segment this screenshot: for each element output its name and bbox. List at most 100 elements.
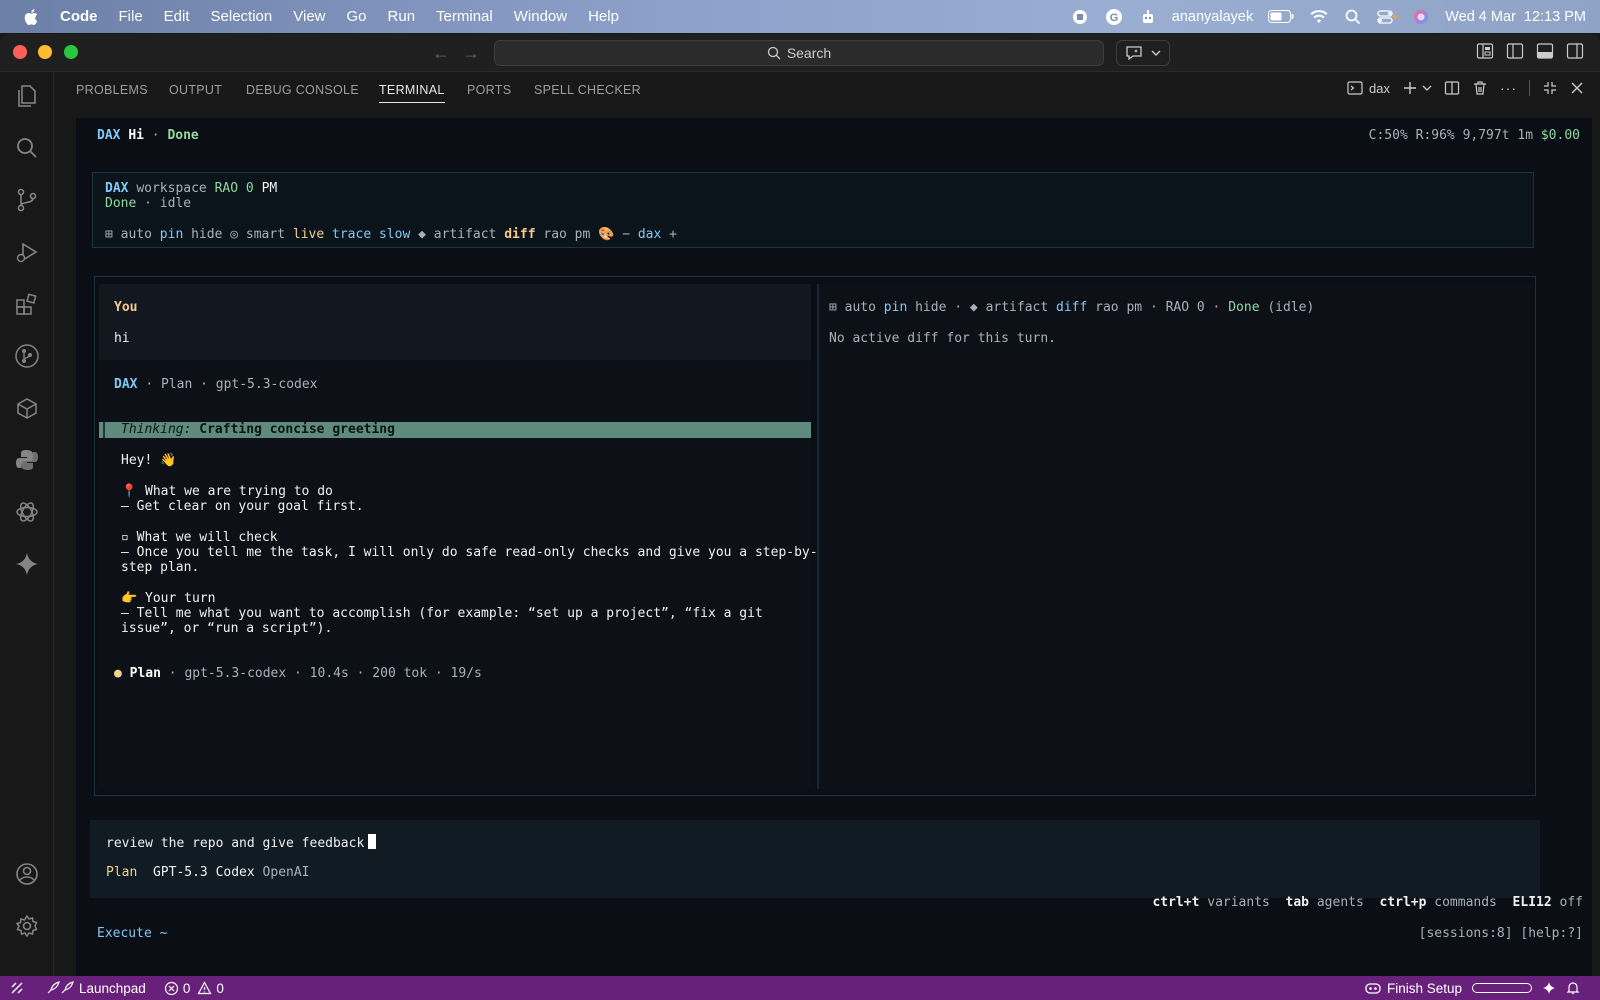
control-center-icon[interactable] <box>1377 7 1398 27</box>
account-icon[interactable] <box>13 860 41 888</box>
record-icon[interactable] <box>1070 7 1090 27</box>
launchpad-item[interactable]: Launchpad <box>46 981 146 996</box>
plus-icon[interactable] <box>1402 80 1418 96</box>
chevron-down-icon[interactable] <box>1422 84 1432 92</box>
opt-dax[interactable]: dax <box>638 227 661 242</box>
menu-window[interactable]: Window <box>514 8 567 25</box>
openai-icon[interactable] <box>13 498 41 526</box>
close-panel-icon[interactable] <box>1570 81 1584 95</box>
macos-menubar: Code File Edit Selection View Go Run Ter… <box>0 0 1600 33</box>
chat-button[interactable] <box>1116 40 1170 66</box>
containers-icon[interactable] <box>13 394 41 422</box>
source-control-icon[interactable] <box>13 186 41 214</box>
artifact-opt-artifact[interactable]: artifact <box>986 300 1049 315</box>
opt-hide[interactable]: hide <box>191 227 222 242</box>
artifact-opt-diff[interactable]: diff <box>1056 300 1087 315</box>
thinking-label: Thinking: <box>121 422 192 437</box>
menu-terminal[interactable]: Terminal <box>436 8 493 25</box>
more-actions-icon[interactable]: ··· <box>1500 80 1517 96</box>
split-terminal-icon[interactable] <box>1444 80 1460 96</box>
header-options: ⊞ auto pin hide ◎ smart live trace slow … <box>105 227 677 243</box>
trash-icon[interactable] <box>1472 80 1488 96</box>
toggle-secondary-sidebar-icon[interactable] <box>1566 42 1584 60</box>
toggle-panel-icon[interactable] <box>1536 42 1554 60</box>
prompt-input-value[interactable]: review the repo and give feedback <box>106 834 377 852</box>
opt-artifact[interactable]: artifact <box>434 227 497 242</box>
tab-debug-console[interactable]: DEBUG CONSOLE <box>246 83 359 97</box>
mode-label[interactable]: Plan <box>106 865 137 880</box>
opt-auto[interactable]: auto <box>121 227 152 242</box>
conversation-panes: You hi DAX · Plan · gpt-5.3-codex Thinki… <box>94 276 1536 796</box>
maximize-window-button[interactable] <box>64 45 78 59</box>
restore-panel-size-icon[interactable] <box>1542 80 1558 96</box>
gemini-sparkle-icon[interactable] <box>13 550 41 578</box>
menu-app-name[interactable]: Code <box>60 8 98 25</box>
search-icon[interactable] <box>13 134 41 162</box>
finish-setup-item[interactable]: Finish Setup <box>1364 981 1462 996</box>
menu-run[interactable]: Run <box>388 8 416 25</box>
opt-smart[interactable]: smart <box>246 227 285 242</box>
prompt-input[interactable]: review the repo and give feedback Plan G… <box>90 820 1540 898</box>
battery-icon[interactable] <box>1267 7 1295 27</box>
notifications-bell-icon[interactable] <box>1566 981 1580 995</box>
minimize-window-button[interactable] <box>38 45 52 59</box>
spotlight-search-icon[interactable] <box>1343 7 1363 27</box>
artifact-opt-pin[interactable]: pin <box>884 300 907 315</box>
no-diff-message: No active diff for this turn. <box>829 331 1056 346</box>
customize-layout-icon[interactable] <box>1476 42 1494 60</box>
close-window-button[interactable] <box>13 45 27 59</box>
problems-count[interactable]: 0 0 <box>164 981 224 996</box>
model-selector[interactable]: Plan GPT-5.3 Codex OpenAI <box>106 865 310 881</box>
error-icon <box>164 981 178 995</box>
robot-icon[interactable] <box>1138 7 1158 27</box>
opt-live[interactable]: live <box>293 227 324 242</box>
extensions-icon[interactable] <box>13 290 41 318</box>
command-center-search[interactable]: Search <box>494 40 1104 66</box>
menubar-username[interactable]: ananyalayek <box>1172 9 1253 25</box>
menu-edit[interactable]: Edit <box>164 8 190 25</box>
run-and-debug-icon[interactable] <box>13 238 41 266</box>
menu-selection[interactable]: Selection <box>211 8 273 25</box>
target-icon: ◎ <box>230 227 239 242</box>
reply-line: ▫ What we will check <box>121 530 278 545</box>
opt-diff[interactable]: diff <box>504 227 535 242</box>
sparkle-icon[interactable] <box>1542 981 1556 995</box>
session-header: DAX workspace RAO 0 PM Done · idle ⊞ aut… <box>92 172 1534 248</box>
tab-ports[interactable]: PORTS <box>467 83 511 97</box>
tab-output[interactable]: OUTPUT <box>169 83 222 97</box>
menu-go[interactable]: Go <box>347 8 367 25</box>
terminal-view[interactable]: DAX Hi · Done C:50% R:96% 9,797t 1m $0.0… <box>76 118 1592 976</box>
arrow-left-icon[interactable]: ← <box>432 43 450 64</box>
tab-spell-checker[interactable]: SPELL CHECKER <box>534 83 641 97</box>
git-graph-icon[interactable] <box>13 342 41 370</box>
opt-plus[interactable]: + <box>669 227 677 242</box>
remote-indicator[interactable] <box>0 976 34 1000</box>
wifi-icon[interactable] <box>1309 7 1329 27</box>
python-icon[interactable] <box>13 446 41 474</box>
menu-view[interactable]: View <box>293 8 325 25</box>
settings-gear-icon[interactable] <box>13 912 41 940</box>
apple-logo-icon[interactable] <box>22 7 42 27</box>
menu-help[interactable]: Help <box>588 8 619 25</box>
error-count: 0 <box>182 980 191 996</box>
model-label[interactable]: GPT-5.3 Codex <box>153 865 255 880</box>
menubar-datetime[interactable]: Wed 4 Mar 12:13 PM <box>1445 9 1586 25</box>
tab-problems[interactable]: PROBLEMS <box>76 83 148 97</box>
arrow-right-icon[interactable]: → <box>462 43 480 64</box>
opt-trace[interactable]: trace <box>332 227 371 242</box>
artifact-opt-hide[interactable]: hide · <box>915 300 962 315</box>
artifact-opt-auto[interactable]: auto <box>845 300 876 315</box>
opt-rao-pm[interactable]: rao pm <box>543 227 590 242</box>
thinking-text: Crafting concise greeting <box>199 422 395 437</box>
menu-file[interactable]: File <box>119 8 143 25</box>
explorer-icon[interactable] <box>13 82 41 110</box>
chevron-down-icon <box>1151 50 1161 56</box>
grammarly-icon[interactable]: G <box>1104 7 1124 27</box>
tab-terminal[interactable]: TERMINAL <box>379 83 445 103</box>
opt-pin[interactable]: pin <box>160 227 183 242</box>
artifact-rao-pm: rao pm · RAO 0 · <box>1095 300 1221 315</box>
terminal-instance[interactable]: dax <box>1347 80 1390 96</box>
opt-slow[interactable]: slow <box>379 227 410 242</box>
toggle-primary-sidebar-icon[interactable] <box>1506 42 1524 60</box>
siri-icon[interactable] <box>1411 7 1431 27</box>
